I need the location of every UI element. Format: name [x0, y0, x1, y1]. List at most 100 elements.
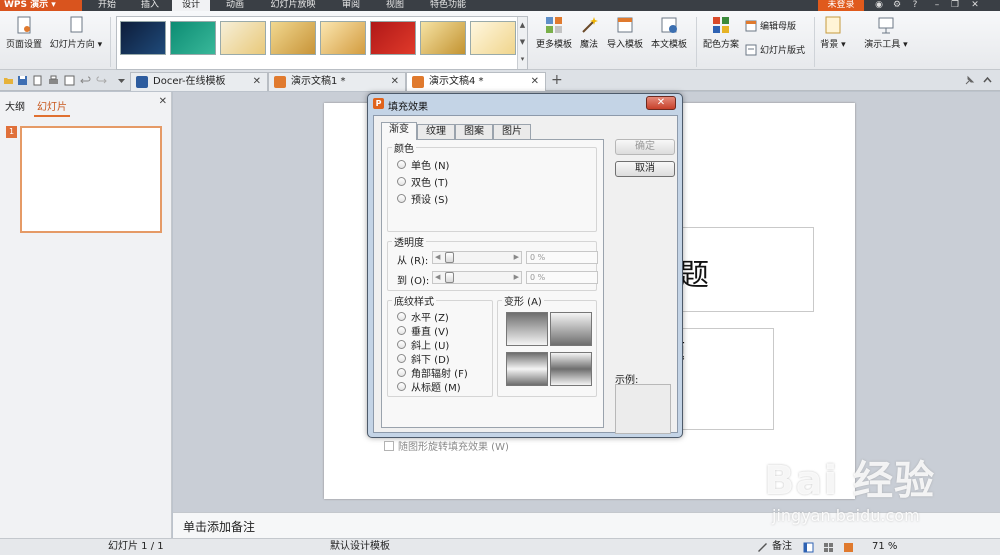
- slide-orientation-button[interactable]: 幻灯片方向 ▾: [48, 15, 104, 50]
- menu-tab-view[interactable]: 视图: [376, 0, 414, 11]
- more-templates-button[interactable]: 更多模板: [534, 15, 574, 50]
- slider-thumb[interactable]: [445, 272, 454, 283]
- radio-from-title[interactable]: 从标题 (M): [397, 379, 461, 394]
- tab-slides[interactable]: 幻灯片: [34, 96, 70, 117]
- gradient-variant-4[interactable]: [550, 352, 592, 386]
- slideshow-icon[interactable]: [843, 542, 854, 553]
- menu-tab-insert[interactable]: 插入: [132, 0, 168, 11]
- print-icon[interactable]: [48, 75, 59, 86]
- radio-from-corner[interactable]: 角部辐射 (F): [397, 365, 468, 380]
- template-thumb[interactable]: [370, 21, 416, 55]
- menu-tab-review[interactable]: 审阅: [332, 0, 370, 11]
- open-folder-icon[interactable]: [3, 75, 14, 86]
- menu-tab-design[interactable]: 设计: [172, 0, 210, 11]
- tab-gradient[interactable]: 渐变: [381, 122, 417, 140]
- radio-one-color[interactable]: 单色 (N): [397, 157, 449, 172]
- page-setup-button[interactable]: 页面设置: [4, 15, 44, 50]
- template-thumb[interactable]: [320, 21, 366, 55]
- settings-icon[interactable]: ⚙: [890, 0, 904, 11]
- template-scrollbar[interactable]: ▲ ▼ ▾: [517, 17, 527, 69]
- magic-button[interactable]: 魔法: [576, 15, 602, 50]
- pin-icon[interactable]: [964, 75, 975, 86]
- undo-icon[interactable]: [80, 75, 91, 86]
- tab-picture[interactable]: 图片: [493, 124, 531, 139]
- slide-sorter-icon[interactable]: [823, 542, 834, 553]
- color-group-label: 颜色: [394, 144, 414, 155]
- export-icon[interactable]: [32, 75, 43, 86]
- new-tab-button[interactable]: +: [551, 72, 563, 89]
- close-tab-icon[interactable]: ✕: [531, 73, 539, 91]
- notes-toggle[interactable]: 备注: [772, 539, 792, 555]
- menu-tab-animation[interactable]: 动画: [216, 0, 254, 11]
- background-icon: [825, 16, 841, 34]
- edit-master-button[interactable]: 编辑母版: [745, 19, 796, 32]
- magic-label: 魔法: [579, 40, 598, 50]
- template-thumb[interactable]: [170, 21, 216, 55]
- page-setup-icon: [17, 16, 31, 34]
- slide-layout-button[interactable]: 幻灯片版式: [745, 43, 805, 56]
- background-button[interactable]: 背景 ▾: [818, 15, 848, 50]
- rotate-with-shape-label: 随图形旋转填充效果 (W): [398, 442, 509, 453]
- collapse-ribbon-icon[interactable]: [982, 75, 993, 86]
- minimize-icon[interactable]: –: [930, 0, 944, 11]
- template-thumb[interactable]: [270, 21, 316, 55]
- cancel-button[interactable]: 取消: [615, 161, 675, 177]
- close-panel-icon[interactable]: ✕: [159, 96, 167, 107]
- slider-right-arrow-icon[interactable]: ▶: [514, 272, 519, 283]
- template-thumb[interactable]: [420, 21, 466, 55]
- radio-diagonal-up[interactable]: 斜上 (U): [397, 337, 449, 352]
- doc-tab-presentation4[interactable]: 演示文稿4 * ✕: [406, 72, 546, 91]
- app-menu-button[interactable]: WPS 演示 ▾: [0, 0, 82, 11]
- redo-icon[interactable]: [96, 75, 107, 86]
- slider-right-arrow-icon[interactable]: ▶: [514, 252, 519, 263]
- slider-thumb[interactable]: [445, 252, 454, 263]
- rotate-with-shape-checkbox[interactable]: 随图形旋转填充效果 (W): [384, 438, 509, 453]
- close-tab-icon[interactable]: ✕: [253, 73, 261, 91]
- slider-left-arrow-icon[interactable]: ◀: [435, 272, 440, 283]
- doc-tab-docer[interactable]: Docer-在线模板 ✕: [130, 72, 268, 91]
- present-tools-button[interactable]: 演示工具 ▾: [858, 15, 914, 50]
- slide-thumbnail[interactable]: [20, 126, 162, 233]
- radio-preset[interactable]: 预设 (S): [397, 191, 448, 206]
- tab-texture[interactable]: 纹理: [417, 124, 455, 139]
- radio-diagonal-down[interactable]: 斜下 (D): [397, 351, 450, 366]
- save-icon[interactable]: [17, 75, 28, 86]
- help-icon[interactable]: ?: [908, 0, 922, 11]
- tab-pattern[interactable]: 图案: [455, 124, 493, 139]
- dialog-close-button[interactable]: ✕: [646, 96, 676, 110]
- gradient-variant-3[interactable]: [506, 352, 548, 386]
- menu-tab-features[interactable]: 特色功能: [420, 0, 476, 11]
- menu-tab-home[interactable]: 开始: [88, 0, 126, 11]
- customize-quick-access-icon[interactable]: [116, 75, 127, 86]
- gradient-variant-1[interactable]: [506, 312, 548, 346]
- close-icon[interactable]: ✕: [968, 0, 982, 11]
- radio-two-colors[interactable]: 双色 (T): [397, 174, 448, 189]
- notes-icon[interactable]: [757, 542, 768, 553]
- ok-button[interactable]: 确定: [615, 139, 675, 155]
- login-button[interactable]: 未登录: [818, 0, 864, 11]
- tab-outline[interactable]: 大纲: [2, 96, 28, 115]
- import-template-button[interactable]: 导入模板: [604, 15, 646, 50]
- close-tab-icon[interactable]: ✕: [391, 73, 399, 91]
- transparency-from-input[interactable]: 0 %: [526, 251, 598, 264]
- gradient-variant-2[interactable]: [550, 312, 592, 346]
- color-scheme-button[interactable]: 配色方案: [700, 15, 742, 50]
- preview-icon[interactable]: [64, 75, 75, 86]
- zoom-level[interactable]: 71 %: [872, 539, 897, 555]
- restore-icon[interactable]: ❐: [948, 0, 962, 11]
- normal-view-icon[interactable]: [803, 542, 814, 553]
- template-thumb[interactable]: [120, 21, 166, 55]
- skin-icon[interactable]: ◉: [872, 0, 886, 11]
- transparency-to-slider[interactable]: ◀ ▶: [432, 271, 522, 284]
- this-template-button[interactable]: 本文模板: [648, 15, 690, 50]
- template-thumb[interactable]: [470, 21, 516, 55]
- template-thumb[interactable]: [220, 21, 266, 55]
- menu-tab-slideshow[interactable]: 幻灯片放映: [260, 0, 326, 11]
- radio-vertical[interactable]: 垂直 (V): [397, 323, 449, 338]
- page-setup-label: 页面设置: [5, 40, 42, 50]
- doc-tab-presentation1[interactable]: 演示文稿1 * ✕: [268, 72, 406, 91]
- slider-left-arrow-icon[interactable]: ◀: [435, 252, 440, 263]
- transparency-to-input[interactable]: 0 %: [526, 271, 598, 284]
- radio-horizontal[interactable]: 水平 (Z): [397, 309, 449, 324]
- transparency-from-slider[interactable]: ◀ ▶: [432, 251, 522, 264]
